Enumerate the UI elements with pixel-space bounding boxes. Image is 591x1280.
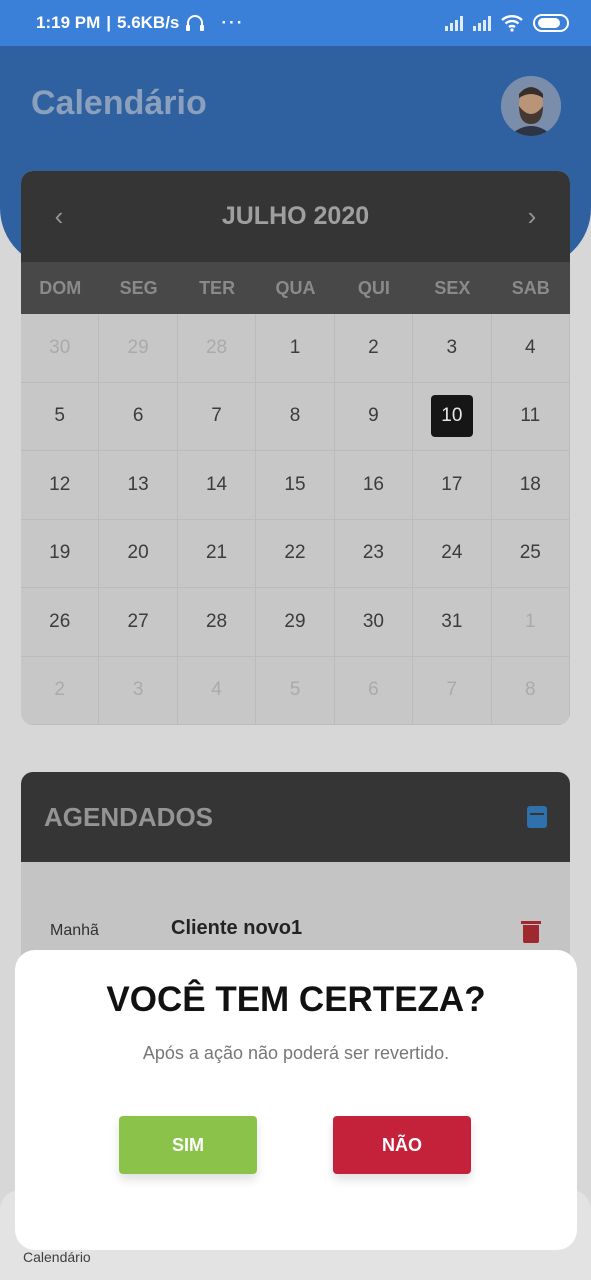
- status-separator: |: [106, 13, 112, 32]
- status-speed: 5.6KB/s: [117, 13, 180, 32]
- dialog-title: VOCÊ TEM CERTEZA?: [106, 980, 486, 1019]
- status-time: 1:19 PM: [36, 13, 101, 32]
- dialog-message: Após a ação não poderá ser revertido.: [142, 1043, 450, 1063]
- status-more-icon: ···: [221, 13, 245, 32]
- cancel-button[interactable]: NÃO: [333, 1116, 471, 1174]
- wifi-icon: [501, 15, 523, 32]
- signal-icon: [445, 15, 463, 31]
- confirm-button[interactable]: SIM: [119, 1116, 257, 1174]
- signal-icon-2: [473, 15, 491, 31]
- confirm-dialog: VOCÊ TEM CERTEZA? Após a ação não poderá…: [15, 950, 577, 1250]
- battery-icon: [533, 14, 569, 32]
- status-bar: 1:19 PM | 5.6KB/s ···: [0, 0, 591, 46]
- headset-icon: [186, 15, 205, 31]
